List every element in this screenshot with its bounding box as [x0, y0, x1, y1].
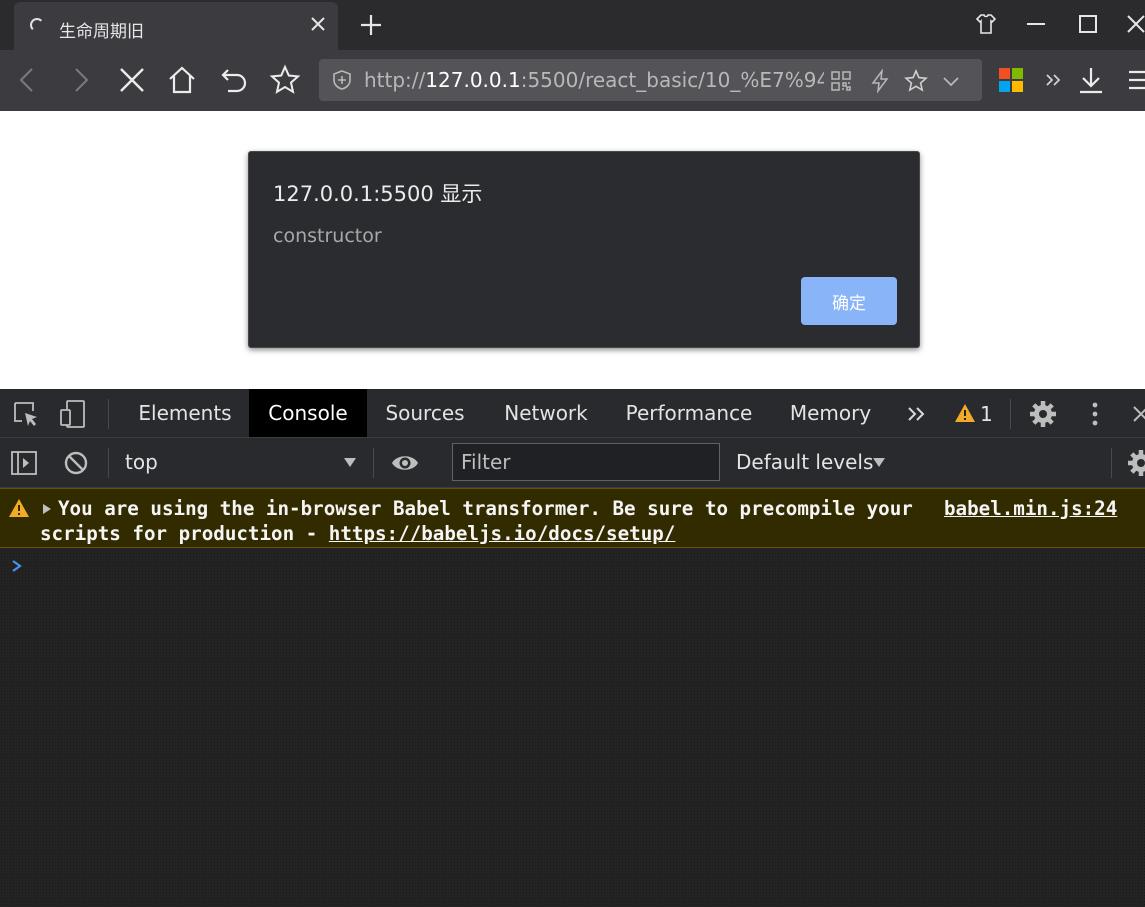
console-toolbar: top Default levels [0, 438, 1145, 488]
browser-tab[interactable]: 生命周期旧 [14, 2, 338, 50]
context-selector[interactable]: top [125, 450, 158, 474]
address-bar[interactable]: http://127.0.0.1:5500/react_basic/10_%E7… [319, 59, 982, 101]
minimize-icon[interactable] [1022, 10, 1050, 38]
url-path: :5500/react_basic/10_%E7%94 [520, 68, 824, 92]
sidebar-toggle-icon[interactable] [9, 448, 39, 478]
download-icon[interactable] [1075, 64, 1107, 96]
tab-memory[interactable]: Memory [774, 389, 887, 437]
extension-icon[interactable] [998, 67, 1024, 93]
alert-dialog: 127.0.0.1:5500 显示 constructor 确定 [248, 151, 920, 348]
message-source-link[interactable]: babel.min.js:24 [944, 496, 1117, 521]
qr-code-icon[interactable] [829, 69, 853, 93]
tab-console[interactable]: Console [249, 389, 367, 437]
eye-icon[interactable] [390, 448, 420, 478]
star-icon[interactable] [904, 69, 928, 93]
ok-button[interactable]: 确定 [801, 277, 897, 325]
warning-icon [955, 404, 975, 422]
url-host: 127.0.0.1 [425, 68, 521, 92]
log-levels-dropdown[interactable]: Default levels [736, 450, 873, 474]
lightning-icon[interactable] [868, 69, 892, 93]
warning-counter[interactable]: 1 [954, 402, 993, 426]
warning-line-1: You are using the in-browser Babel trans… [58, 497, 913, 520]
tab-performance[interactable]: Performance [614, 389, 764, 437]
console-settings-icon[interactable] [1126, 448, 1145, 478]
tab-sources[interactable]: Sources [370, 389, 480, 437]
warning-count: 1 [980, 402, 993, 426]
warning-line-2: scripts for production - [40, 522, 329, 545]
skin-icon[interactable] [972, 10, 1000, 38]
devtools-panel: Elements Console Sources Network Perform… [0, 389, 1145, 907]
browser-toolbar: http://127.0.0.1:5500/react_basic/10_%E7… [0, 50, 1145, 111]
plus-icon[interactable] [358, 12, 384, 38]
close-icon[interactable] [306, 12, 330, 36]
toolbar-divider [1010, 399, 1011, 429]
page-content: 127.0.0.1:5500 显示 constructor 确定 [0, 111, 1145, 389]
device-toolbar-icon[interactable] [58, 399, 88, 429]
home-icon[interactable] [166, 64, 198, 96]
maximize-icon[interactable] [1074, 10, 1102, 38]
tab-title: 生命周期旧 [59, 22, 144, 42]
alert-title: 127.0.0.1:5500 显示 [273, 182, 483, 206]
back-icon[interactable] [12, 64, 44, 96]
warning-icon [9, 499, 29, 517]
settings-gear-icon[interactable] [1028, 399, 1058, 429]
toolbar-divider [108, 399, 109, 429]
filter-input[interactable] [452, 443, 720, 481]
more-tabs-icon[interactable] [902, 399, 932, 429]
warning-message-text: You are using the in-browser Babel trans… [40, 496, 940, 546]
forward-icon[interactable] [64, 64, 96, 96]
url-text[interactable]: http://127.0.0.1:5500/react_basic/10_%E7… [364, 68, 824, 92]
tab-strip: 生命周期旧 [0, 0, 1145, 50]
console-message-warning[interactable]: You are using the in-browser Babel trans… [0, 488, 1145, 548]
chevron-down-icon[interactable] [939, 69, 963, 93]
clear-console-icon[interactable] [61, 448, 91, 478]
levels-dropdown-icon[interactable] [872, 455, 886, 469]
devtools-tab-bar: Elements Console Sources Network Perform… [0, 389, 1145, 438]
menu-icon[interactable] [1124, 64, 1145, 96]
inspect-element-icon[interactable] [11, 399, 41, 429]
console-prompt-icon [12, 560, 22, 572]
babel-docs-link[interactable]: https://babeljs.io/docs/setup/ [329, 522, 676, 545]
shield-icon[interactable] [331, 69, 353, 91]
console-input-area[interactable] [0, 549, 1145, 907]
window-close-icon[interactable] [1122, 10, 1145, 38]
tab-elements[interactable]: Elements [126, 389, 244, 437]
context-dropdown-icon[interactable] [343, 455, 357, 469]
url-scheme: http:// [364, 68, 426, 92]
toolbar-divider [373, 448, 374, 478]
more-vertical-icon[interactable] [1080, 399, 1110, 429]
undo-icon[interactable] [218, 64, 250, 96]
toolbar-divider [1111, 448, 1112, 478]
stop-icon[interactable] [116, 64, 148, 96]
loading-spinner-icon [30, 18, 44, 32]
bookmark-star-icon[interactable] [269, 64, 301, 96]
double-chevron-icon[interactable] [1042, 64, 1064, 96]
close-devtools-icon[interactable] [1126, 399, 1145, 429]
alert-message: constructor [273, 225, 382, 247]
tab-network[interactable]: Network [488, 389, 604, 437]
toolbar-divider [108, 448, 109, 478]
